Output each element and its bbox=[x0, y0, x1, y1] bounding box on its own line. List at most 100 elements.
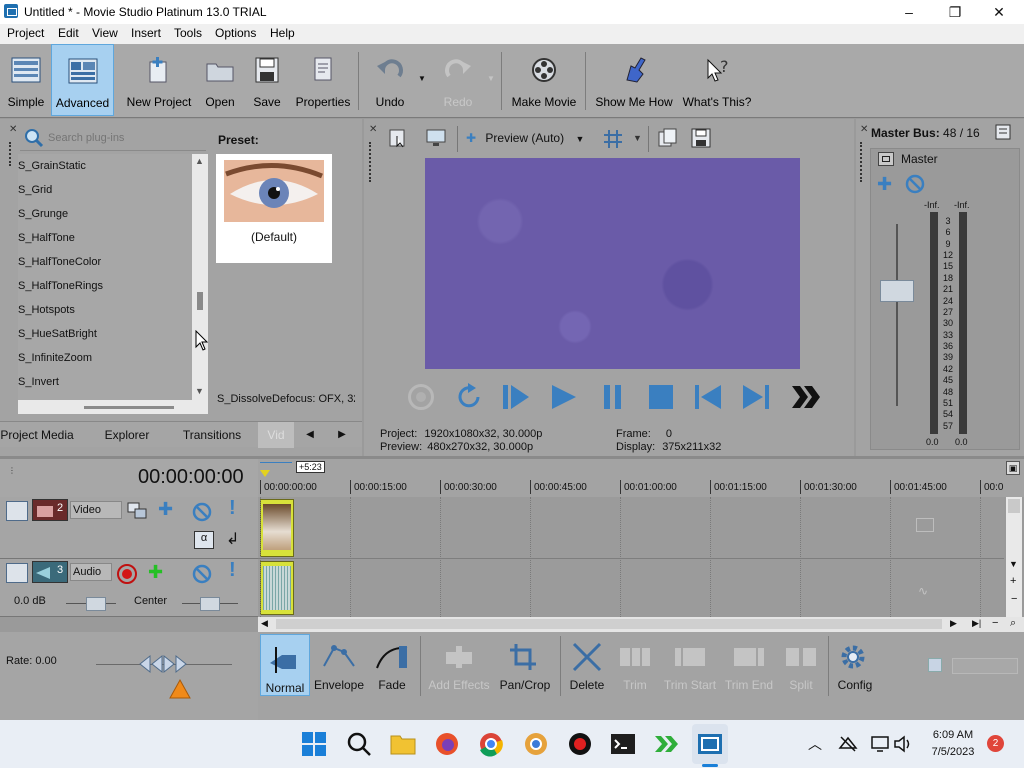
clock-date[interactable]: 7/5/2023 bbox=[928, 746, 978, 758]
trim-button[interactable]: Trim bbox=[612, 632, 658, 712]
go-to-start-icon[interactable] bbox=[692, 382, 724, 412]
timeline-vscrollbar[interactable]: ▼ + − bbox=[1006, 497, 1022, 617]
clock-time[interactable]: 6:09 AM bbox=[928, 729, 978, 741]
audio-clip[interactable] bbox=[260, 561, 294, 615]
redo-button[interactable]: Redo bbox=[436, 44, 480, 116]
movie-studio-icon[interactable] bbox=[696, 730, 724, 758]
preview-close-icon[interactable]: ✕ bbox=[369, 124, 377, 135]
track-collapse-icon[interactable] bbox=[6, 563, 28, 583]
plugin-search-box[interactable] bbox=[20, 125, 206, 151]
config-button[interactable]: Config bbox=[832, 632, 878, 712]
show-me-how-button[interactable]: Show Me How bbox=[592, 44, 676, 116]
play-from-start-icon[interactable] bbox=[500, 382, 532, 412]
video-track-header[interactable]: 2 Video ✚ ! α ↲ bbox=[0, 497, 258, 559]
pan-slider-thumb[interactable] bbox=[200, 597, 220, 611]
open-button[interactable]: Open bbox=[199, 44, 241, 116]
list-item[interactable]: S_HalfToneColor bbox=[18, 256, 101, 268]
volume-slider-thumb[interactable] bbox=[86, 597, 106, 611]
preview-settings-icon[interactable] bbox=[388, 128, 408, 148]
loop-playback-icon[interactable] bbox=[454, 382, 484, 412]
screen-recorder-icon[interactable] bbox=[566, 730, 594, 758]
menu-tools[interactable]: Tools bbox=[172, 26, 204, 40]
save-button[interactable]: Save bbox=[247, 44, 287, 116]
list-item[interactable]: S_GrainStatic bbox=[18, 160, 86, 172]
scroll-left-icon[interactable]: ◀ bbox=[261, 618, 268, 629]
track-fx-icon[interactable]: ✚ bbox=[148, 562, 163, 583]
zoom-slider[interactable] bbox=[952, 658, 1018, 674]
scroll-thumb[interactable] bbox=[197, 292, 203, 310]
notification-badge[interactable]: 2 bbox=[987, 735, 1004, 752]
list-item[interactable]: S_HalfTone bbox=[18, 232, 75, 244]
tab-scroll-right-icon[interactable]: ▶ bbox=[330, 422, 354, 448]
scroll-down-icon[interactable]: ▼ bbox=[195, 386, 204, 396]
video-clip[interactable] bbox=[260, 499, 294, 557]
master-close-icon[interactable]: ✕ bbox=[860, 124, 868, 135]
undo-button[interactable]: Undo bbox=[368, 44, 412, 116]
solo-icon[interactable]: ! bbox=[229, 559, 236, 582]
file-explorer-icon[interactable] bbox=[389, 730, 417, 758]
save-snapshot-icon[interactable] bbox=[690, 128, 712, 148]
arm-record-button[interactable] bbox=[117, 564, 137, 584]
minimize-button[interactable]: – bbox=[886, 0, 932, 24]
scroll-right-icon[interactable]: ▶ bbox=[950, 618, 957, 629]
rate-slider-thumb[interactable] bbox=[138, 654, 188, 674]
plugin-list-hscrollbar[interactable] bbox=[18, 400, 208, 414]
list-item[interactable]: S_Hotspots bbox=[18, 304, 75, 316]
menu-options[interactable]: Options bbox=[213, 26, 258, 40]
fast-forward-app-icon[interactable] bbox=[653, 730, 681, 758]
list-item[interactable]: S_Grunge bbox=[18, 208, 68, 220]
vscroll-thumb[interactable] bbox=[1008, 499, 1020, 513]
timeline-settings-icon[interactable] bbox=[928, 658, 942, 672]
tab-video-fx[interactable]: Vid bbox=[258, 422, 294, 448]
solo-icon[interactable]: ! bbox=[229, 497, 236, 520]
zoom-h-icon[interactable]: ⌕ bbox=[1010, 617, 1016, 630]
normal-edit-tool[interactable]: Normal bbox=[260, 634, 310, 696]
undo-dropdown-icon[interactable]: ▼ bbox=[418, 74, 426, 83]
audio-track-name[interactable]: Audio bbox=[70, 563, 112, 581]
add-effects-button[interactable]: Add Effects bbox=[426, 632, 492, 712]
preview-quality-dropdown[interactable]: ✚ Preview (Auto) ▼ bbox=[466, 131, 596, 149]
advanced-button[interactable]: Advanced bbox=[51, 44, 114, 116]
split-button[interactable]: Split bbox=[778, 632, 824, 712]
audio-track-lane[interactable] bbox=[258, 559, 1004, 617]
fade-tool[interactable]: Fade bbox=[368, 632, 416, 712]
mixer-settings-icon[interactable] bbox=[995, 124, 1011, 140]
tab-project-media[interactable]: Project Media bbox=[0, 422, 84, 448]
new-project-button[interactable]: New Project bbox=[124, 44, 194, 116]
master-pan-icon[interactable]: ✚ bbox=[877, 174, 892, 195]
preset-thumbnail[interactable]: (Default) bbox=[216, 154, 332, 263]
more-transport-icon[interactable] bbox=[790, 384, 820, 410]
external-monitor-icon[interactable] bbox=[425, 128, 447, 148]
video-preview-frame[interactable] bbox=[425, 158, 800, 369]
whats-this-button[interactable]: ? What's This? bbox=[680, 44, 754, 116]
timeline-zoom-icon[interactable]: ▣ bbox=[1006, 461, 1020, 475]
compositing-mode-icon[interactable]: α bbox=[194, 531, 214, 549]
menu-project[interactable]: Project bbox=[5, 26, 46, 40]
menu-insert[interactable]: Insert bbox=[129, 26, 163, 40]
audio-mute-icon[interactable] bbox=[191, 563, 213, 585]
list-item[interactable]: S_Invert bbox=[18, 376, 59, 388]
redo-dropdown-icon[interactable]: ▼ bbox=[487, 74, 495, 83]
track-motion-icon[interactable]: ✚ bbox=[158, 499, 173, 520]
simple-button[interactable]: Simple bbox=[3, 44, 49, 116]
properties-button[interactable]: Properties bbox=[292, 44, 354, 116]
video-track-lane[interactable] bbox=[258, 497, 1004, 559]
panel-close-icon[interactable]: ✕ bbox=[9, 124, 17, 135]
master-fx-button[interactable] bbox=[878, 152, 894, 166]
chrome-canary-icon[interactable] bbox=[522, 730, 550, 758]
tab-explorer[interactable]: Explorer bbox=[88, 422, 166, 448]
plugin-list-scrollbar[interactable]: ▲ ▼ bbox=[192, 154, 208, 400]
make-movie-button[interactable]: Make Movie bbox=[508, 44, 580, 116]
close-button[interactable]: ✕ bbox=[976, 0, 1022, 24]
pan-crop-button[interactable]: Pan/Crop bbox=[496, 632, 554, 712]
search-icon[interactable] bbox=[345, 730, 373, 758]
list-item[interactable]: S_InfiniteZoom bbox=[18, 352, 92, 364]
compositing-icon[interactable] bbox=[126, 501, 148, 521]
firefox-icon[interactable] bbox=[433, 730, 461, 758]
zoom-out-h-icon[interactable]: − bbox=[992, 617, 998, 629]
network-icon[interactable] bbox=[838, 734, 858, 754]
envelope-edit-tool[interactable]: Envelope bbox=[312, 632, 366, 712]
display-icon[interactable] bbox=[870, 734, 890, 754]
scroll-down-icon[interactable]: ▼ bbox=[1009, 559, 1018, 569]
terminal-icon[interactable] bbox=[609, 730, 637, 758]
